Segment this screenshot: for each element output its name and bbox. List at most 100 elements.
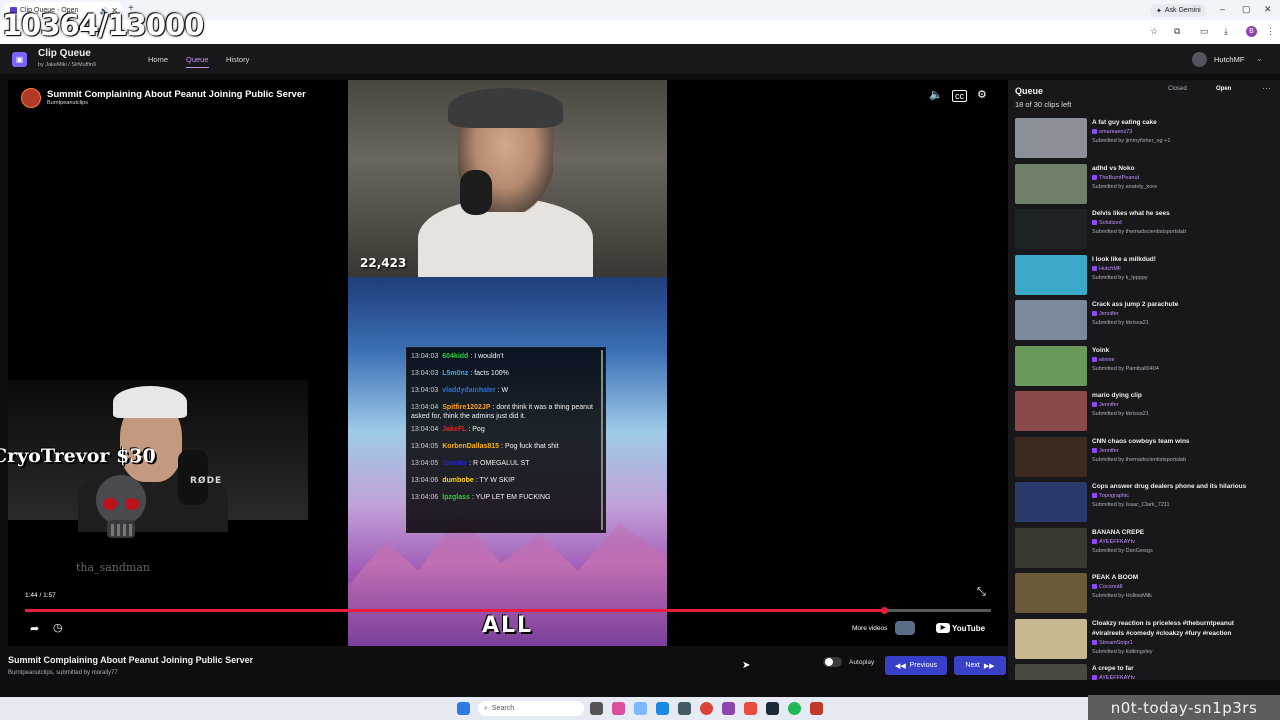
channel-avatar[interactable] <box>21 88 41 108</box>
mouse-cursor-icon: ➤ <box>742 660 751 671</box>
current-clip-title: Summit Complaining About Peanut Joining … <box>8 655 254 665</box>
queue-closed-toggle[interactable]: Closed <box>1168 86 1187 92</box>
user-avatar[interactable] <box>1192 52 1207 67</box>
download-icon[interactable]: ⤓ <box>1224 26 1228 37</box>
queue-item-submitter: Submitted by HollowMilk <box>1092 593 1152 599</box>
queue-item-thumbnail[interactable] <box>1015 527 1087 568</box>
chat-message: 13:04:04 JakeFL: Pog <box>411 425 601 434</box>
next-button[interactable]: Next ▶▶ <box>954 656 1006 675</box>
queue-item[interactable]: Delvis likes what he sees Solutized Submit… <box>1015 209 1275 250</box>
queue-item-channel-name: StreamSnipr1 <box>1099 639 1133 646</box>
chat-username: 604kidd <box>442 353 469 360</box>
volume-icon[interactable]: 🔈 <box>929 88 943 101</box>
chat-text: facts 100% <box>474 370 509 377</box>
task-view-icon[interactable] <box>590 702 603 715</box>
queue-item[interactable]: Cops answer drug dealers phone and its h… <box>1015 482 1275 523</box>
queue-item-thumbnail[interactable] <box>1015 618 1087 659</box>
twitch-icon <box>1092 493 1097 498</box>
edge-icon[interactable] <box>656 702 669 715</box>
chat-timestamp: 13:04:06 <box>411 477 439 484</box>
cast-icon[interactable]: ▭ <box>1200 26 1209 37</box>
chat-text: R OMEGALUL ST <box>473 460 530 467</box>
autoplay-toggle[interactable] <box>823 657 842 667</box>
settings-gear-icon[interactable]: ⚙ <box>977 88 987 101</box>
twitch-icon <box>1092 402 1097 407</box>
chat-message: 13:04:05 KorbenDallas815: Pog fuck that s… <box>411 442 601 451</box>
clip-title[interactable]: Summit Complaining About Peanut Joining … <box>47 89 306 100</box>
search-icon: ⌕ <box>484 704 488 712</box>
queue-item-thumbnail[interactable] <box>1015 163 1087 204</box>
queue-item[interactable]: mario dying clip Jennifer Submitted by kkr… <box>1015 391 1275 432</box>
app-icon[interactable] <box>744 702 757 715</box>
minimize-window-icon[interactable]: – <box>1220 4 1225 14</box>
chat-text: dont think it was a thing peanut asked f… <box>411 404 593 420</box>
app-icon[interactable] <box>634 702 647 715</box>
queue-open-toggle[interactable]: Open <box>1216 86 1231 92</box>
queue-item[interactable]: I look like a milkdud! HutchMF Submitted b… <box>1015 254 1275 296</box>
share-icon[interactable]: ➦ <box>30 622 39 635</box>
queue-item[interactable]: BANANA CREPE AYEEFFKAYtv Submitted by DanG… <box>1015 527 1275 569</box>
queue-item-thumbnail[interactable] <box>1015 573 1087 613</box>
queue-item[interactable]: Yoink winnie Submitted by Paintball0404 <box>1015 345 1275 387</box>
twitch-icon <box>1092 265 1097 271</box>
youtube-logo[interactable]: ▶ YouTube <box>936 623 985 633</box>
bookmark-star-icon[interactable]: ☆ <box>1150 26 1158 37</box>
watch-later-clock-icon[interactable]: ◷ <box>53 621 63 634</box>
nav-history[interactable]: History <box>226 55 249 64</box>
more-videos-thumbnail[interactable] <box>895 621 915 635</box>
queue-more-icon[interactable]: ⋯ <box>1262 83 1271 94</box>
browser-menu-icon[interactable]: ⋮ <box>1266 26 1275 37</box>
more-videos-label[interactable]: More videos <box>852 625 887 632</box>
queue-item-thumbnail[interactable] <box>1015 482 1087 522</box>
nav-queue[interactable]: Queue <box>186 55 209 68</box>
queue-item[interactable]: CNN chaos cowboys team wins Jennifer Submi… <box>1015 436 1275 478</box>
queue-item-submitter: Submitted by kkrissa21 <box>1092 320 1149 326</box>
app-icon[interactable] <box>722 702 735 715</box>
queue-item-thumbnail[interactable] <box>1015 300 1087 340</box>
queue-item[interactable]: PEAK A BOOM Coconut8 Submitted by HollowMi… <box>1015 573 1275 614</box>
video-player[interactable]: 22,423 ALL 27604 13:04:03604kidd: I woul… <box>8 80 1008 646</box>
app-credits: by JakeMiki / SirMuffin9 <box>38 62 96 68</box>
queue-item-title: adhd vs Noko <box>1092 164 1135 172</box>
queue-item[interactable]: A fat guy eating cake omarsaenz73 Submitte… <box>1015 118 1275 159</box>
queue-item[interactable]: A crepe to far AYEEFFKAYtv <box>1015 664 1275 680</box>
fullscreen-icon[interactable]: ⤡ <box>977 586 986 599</box>
queue-item-thumbnail[interactable] <box>1015 118 1087 158</box>
previous-button[interactable]: ◀◀ Previous <box>885 656 947 675</box>
app-title: Clip Queue <box>38 48 91 59</box>
close-window-icon[interactable]: ✕ <box>1264 4 1272 15</box>
app-icon[interactable] <box>678 702 691 715</box>
queue-item-submitter: Submitted by k_lppppy <box>1092 274 1148 281</box>
queue-item-title: A crepe to far <box>1092 665 1134 672</box>
app-icon[interactable] <box>810 702 823 715</box>
queue-item-thumbnail[interactable] <box>1015 436 1087 477</box>
queue-item-thumbnail[interactable] <box>1015 391 1087 431</box>
nav-home[interactable]: Home <box>148 55 168 64</box>
queue-item-thumbnail[interactable] <box>1015 664 1087 680</box>
taskbar-search[interactable]: ⌕ Search <box>478 701 584 716</box>
captions-icon[interactable]: cc <box>952 90 967 102</box>
progress-bar[interactable] <box>25 607 991 614</box>
queue-item-thumbnail[interactable] <box>1015 345 1087 386</box>
extensions-icon[interactable]: ⧉ <box>1174 26 1180 37</box>
progress-thumb[interactable] <box>880 607 888 614</box>
maximize-window-icon[interactable]: ▢ <box>1242 4 1251 15</box>
user-name[interactable]: HutchMF <box>1214 55 1244 64</box>
windows-start-icon[interactable] <box>457 702 470 715</box>
steam-icon[interactable] <box>766 702 779 715</box>
browser-profile-avatar[interactable]: B <box>1246 26 1257 37</box>
stream-goal-counter: 10364/13000 <box>2 8 204 42</box>
app-icon[interactable] <box>612 702 625 715</box>
queue-item-channel-name: Coconut8 <box>1099 584 1123 590</box>
chrome-icon[interactable] <box>700 702 713 715</box>
spotify-icon[interactable] <box>788 702 801 715</box>
clip-channel[interactable]: Burntpeanutclips <box>47 100 88 106</box>
queue-item-thumbnail[interactable] <box>1015 209 1087 249</box>
queue-item-thumbnail[interactable] <box>1015 254 1087 295</box>
queue-item[interactable]: Cloakzy reaction is priceless #theburntp… <box>1015 618 1275 660</box>
ask-gemini-button[interactable]: ✦ Ask Gemini <box>1150 4 1207 17</box>
queue-item[interactable]: adhd vs Noko TheBurntPeanut Submitted by a… <box>1015 163 1275 205</box>
chevron-down-icon[interactable]: ⌄ <box>1256 54 1263 63</box>
queue-item[interactable]: Crack ass jump 2 parachute Jennifer Submit… <box>1015 300 1275 341</box>
queue-item-channel-name: winnie <box>1099 356 1115 363</box>
